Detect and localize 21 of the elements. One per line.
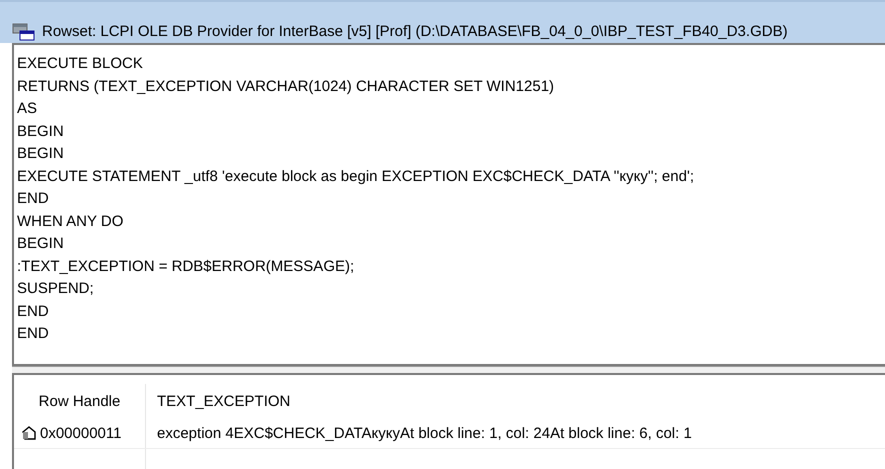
code-line: END [17,325,49,342]
code-line: WHEN ANY DO [17,212,124,230]
table-cell: exception 4EXC$CHECK_DATAкукуAt block line: 1, col: 24At block line: 6, col: 1 [157,424,692,442]
code-line: BEGIN [17,122,64,140]
code-line: EXECUTE BLOCK [17,55,143,72]
code-line: END [17,302,49,320]
code-line: BEGIN [17,235,64,252]
code-line: :TEXT_EXCEPTION = RDB$ERROR(MESSAGE); [17,258,354,275]
sql-editor[interactable] [12,43,885,366]
code-line: AS [17,100,38,118]
code-line: RETURNS (TEXT_EXCEPTION VARCHAR(1024) CHARACTER SET WIN1251) [17,78,554,95]
code-line: END [17,190,49,208]
column-header[interactable]: Row Handle [38,392,120,410]
window-title: Rowset: LCPI OLE DB Provider for InterBase [v5] [Prof] (D:\DATABASE\FB_04_0_0\IBP_TEST_FB40_D3.GDB) [42,23,788,40]
code-line: SUSPEND; [17,280,94,298]
splitter-bar[interactable] [12,366,885,375]
rowset-window-icon [12,22,36,42]
column-header[interactable]: TEXT_EXCEPTION [157,392,290,410]
code-line: EXECUTE STATEMENT _utf8 'execute block as begin EXCEPTION EXC$CHECK_DATA ''куку''; end'; [17,168,694,185]
row-handle: 0x00000011 [40,424,122,442]
code-line: BEGIN [17,145,64,162]
